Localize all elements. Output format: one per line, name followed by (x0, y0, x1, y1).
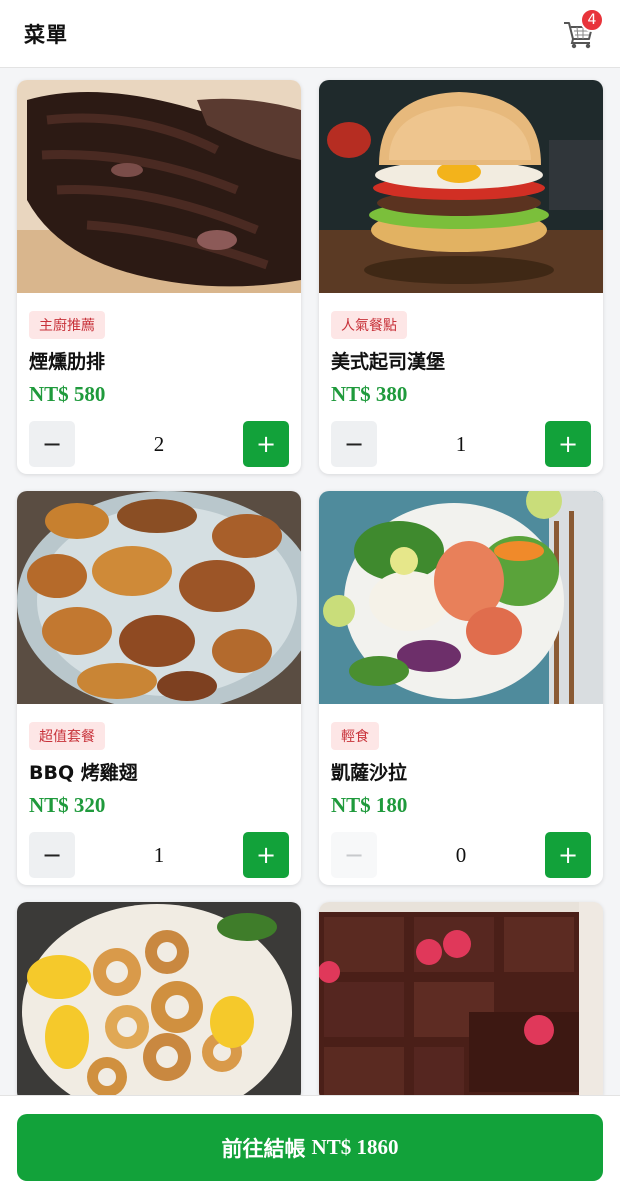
smoked-ribs-image (17, 80, 301, 293)
checkout-button[interactable]: 前往結帳 NT$ 1860 (17, 1114, 603, 1181)
product-price: NT$ 320 (29, 793, 106, 817)
quantity-stepper: − 1 + (331, 421, 591, 467)
product-name: 美式起司漢堡 (331, 351, 446, 373)
checkout-bar: 前往結帳 NT$ 1860 (0, 1095, 620, 1198)
checkout-total: NT$ 1860 (311, 1135, 399, 1159)
salad-image (319, 491, 603, 704)
increase-quantity-button[interactable]: + (243, 832, 289, 878)
page-title: 菜單 (24, 22, 68, 47)
decrease-quantity-button[interactable]: − (29, 832, 75, 878)
decrease-quantity-button[interactable]: − (331, 832, 377, 878)
product-price: NT$ 580 (29, 382, 106, 406)
product-name: 煙燻肋排 (29, 351, 106, 373)
checkout-label: 前往結帳 (221, 1136, 306, 1161)
product-tag: 輕食 (331, 722, 379, 750)
product-price: NT$ 180 (331, 793, 408, 817)
quantity-stepper: − 1 + (29, 832, 289, 878)
brownie-image (319, 902, 603, 1102)
product-name: BBQ 烤雞翅 (29, 762, 138, 784)
top-bar: 菜單 4 (0, 0, 620, 68)
quantity-value: 1 (455, 431, 467, 456)
product-tag: 主廚推薦 (29, 311, 105, 339)
quantity-stepper: − 2 + (29, 421, 289, 467)
quantity-value: 0 (455, 842, 467, 867)
cheeseburger-image (319, 80, 603, 293)
product-card[interactable] (319, 902, 603, 1102)
decrease-quantity-button[interactable]: − (29, 421, 75, 467)
decrease-quantity-button[interactable]: − (331, 421, 377, 467)
product-name: 凱薩沙拉 (331, 762, 408, 784)
menu-grid: 主廚推薦 煙燻肋排 NT$ 580 − 2 + 人氣餐點 美式起司漢堡 NT$ … (17, 80, 603, 1102)
product-card[interactable]: 人氣餐點 美式起司漢堡 NT$ 380 − 1 + (319, 80, 603, 474)
quantity-stepper: − 0 + (331, 832, 591, 878)
cart-count-badge: 4 (580, 7, 604, 32)
bbq-wings-image (17, 491, 301, 704)
product-card[interactable]: 輕食 凱薩沙拉 NT$ 180 − 0 + (319, 491, 603, 885)
product-tag: 超值套餐 (29, 722, 105, 750)
fried-calamari-image (17, 902, 301, 1102)
product-card[interactable] (17, 902, 301, 1102)
product-card[interactable]: 超值套餐 BBQ 烤雞翅 NT$ 320 − 1 + (17, 491, 301, 885)
increase-quantity-button[interactable]: + (545, 421, 591, 467)
quantity-value: 2 (153, 431, 165, 456)
product-price: NT$ 380 (331, 382, 408, 406)
cart-button[interactable]: 4 (562, 7, 604, 51)
increase-quantity-button[interactable]: + (545, 832, 591, 878)
increase-quantity-button[interactable]: + (243, 421, 289, 467)
product-card[interactable]: 主廚推薦 煙燻肋排 NT$ 580 − 2 + (17, 80, 301, 474)
product-tag: 人氣餐點 (331, 311, 407, 339)
quantity-value: 1 (153, 842, 165, 867)
